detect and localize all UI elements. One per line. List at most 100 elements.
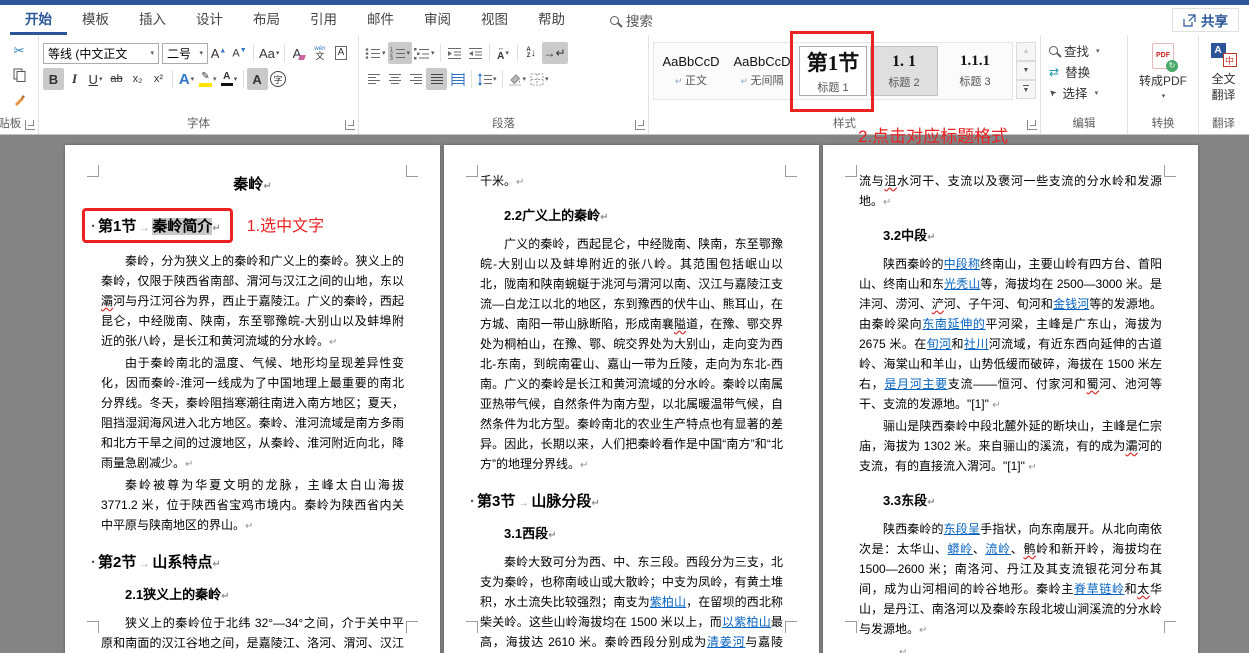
show-hide-marks-button[interactable]: →↵ (542, 42, 568, 64)
doc-paragraph[interactable]: 陕西秦岭的东段呈手指状，向东南展开。从北向南依次是：太华山、蟒岭、流岭、鹘岭和新… (859, 519, 1162, 641)
tab-home[interactable]: 开始 (10, 5, 67, 35)
text-effects-button[interactable]: A▾ (176, 68, 197, 90)
character-border-button[interactable]: A (330, 42, 351, 64)
doc-heading2[interactable]: 3.1西段↵ (480, 523, 783, 542)
find-button[interactable]: 查找▾ (1049, 40, 1123, 61)
highlight-color-button[interactable]: ✎▾ (197, 68, 219, 90)
full-text-translate-button[interactable]: A中 全文 翻译 (1203, 40, 1244, 103)
styles-scroll-down-button[interactable]: ▼ (1016, 61, 1036, 80)
doc-paragraph[interactable]: 由于秦岭南北的温度、气候、地形均呈现差异性变化，因而秦岭-淮河一线成为了中国地理… (101, 353, 404, 475)
italic-button[interactable]: I (64, 68, 85, 90)
doc-heading2[interactable]: 3.3东段↵ (859, 490, 1162, 509)
underline-button[interactable]: U▾ (85, 68, 106, 90)
numbering-button[interactable]: 123▾ (388, 42, 413, 64)
tab-mailings[interactable]: 邮件 (352, 5, 409, 35)
doc-paragraph[interactable]: 陕西秦岭的中段称终南山，主要山岭有四方台、首阳山、终南山和东光秃山等，海拔均在 … (859, 254, 1162, 416)
tab-design[interactable]: 设计 (181, 5, 238, 35)
doc-paragraph[interactable]: 千米。↵ (480, 171, 783, 193)
doc-paragraph[interactable]: 广义的秦岭，西起昆仑，中经陇南、陕南，东至鄂豫皖-大别山以及蚌埠附近的张八岭。其… (480, 234, 783, 476)
convert-to-pdf-button[interactable]: PDF↻ 转成PDF ▾ (1132, 40, 1194, 100)
font-size-value: 二号 (167, 45, 191, 62)
tab-insert[interactable]: 插入 (124, 5, 181, 35)
tab-layout[interactable]: 布局 (238, 5, 295, 35)
subscript-button[interactable]: x₂ (127, 68, 148, 90)
doc-heading2[interactable]: 2.2广义上的秦岭↵ (480, 205, 783, 224)
decrease-indent-button[interactable] (444, 42, 465, 64)
tab-view[interactable]: 视图 (466, 5, 523, 35)
doc-heading1[interactable]: ·第2节→山系特点↵ (91, 551, 404, 572)
distribute-button[interactable] (447, 68, 468, 90)
tab-template[interactable]: 模板 (67, 5, 124, 35)
sort-button[interactable]: AZ↓ (521, 42, 542, 64)
phonetic-guide-button[interactable]: wén文 (309, 42, 330, 64)
shading-button[interactable]: ▾ (506, 68, 529, 90)
select-button[interactable]: ➤选择▾ (1049, 82, 1123, 103)
style-item-标题 1[interactable]: 第1节标题 1 (799, 46, 867, 96)
dialog-launcher-clipboard[interactable] (25, 120, 35, 130)
doc-paragraph[interactable]: 狭义上的秦岭位于北纬 32°—34°之间，介于关中平原和南面的汉江谷地之间，是嘉… (101, 613, 404, 653)
tabs: 开始模板插入设计布局引用邮件审阅视图帮助 (10, 5, 580, 35)
bullets-button[interactable]: ▾ (363, 42, 388, 64)
bold-button[interactable]: B (43, 68, 64, 90)
copy-button[interactable] (9, 64, 30, 86)
align-left-button[interactable] (363, 68, 384, 90)
annotation-box-selected-text: ·第1节→秦岭简介↵ (82, 208, 233, 243)
style-item-正文[interactable]: AaBbCcD↵ 正文 (657, 46, 725, 96)
font-name-combo[interactable]: 等线 (中文正文▾ (43, 43, 159, 64)
doc-paragraph[interactable]: 秦岭被尊为华夏文明的龙脉，主峰太白山海拔 3771.2 米，位于陕西省宝鸡市境内… (101, 475, 404, 537)
align-right-button[interactable] (405, 68, 426, 90)
multilevel-list-button[interactable]: ▾ (412, 42, 437, 64)
style-item-无间隔[interactable]: AaBbCcD↵ 无间隔 (728, 46, 796, 96)
style-item-标题 2[interactable]: 1. 1标题 2 (870, 46, 938, 96)
document-canvas[interactable]: 秦岭↵ ·第1节→秦岭简介↵1.选中文字秦岭，分为狭义上的秦岭和广义上的秦岭。狭义… (0, 135, 1249, 653)
doc-heading2[interactable]: 2.1狭义上的秦岭↵ (101, 584, 404, 603)
increase-indent-button[interactable] (465, 42, 486, 64)
doc-paragraph[interactable]: 流与沮水河干、支流以及褒河一些支流的分水岭和发源地。↵ (859, 171, 1162, 213)
doc-heading1[interactable]: ·第1节→秦岭简介↵1.选中文字 (91, 208, 404, 243)
font-size-combo[interactable]: 二号▾ (162, 43, 208, 64)
doc-paragraph[interactable]: 秦岭大致可分为西、中、东三段。西段分为三支，北支为秦岭，也称南岐山或大散岭；中支… (480, 552, 783, 653)
align-center-icon (388, 73, 402, 86)
enclose-characters-button[interactable]: 字 (268, 68, 289, 90)
styles-scroll-up-button[interactable]: ▲ (1016, 42, 1036, 61)
clear-formatting-button[interactable]: A (288, 42, 309, 64)
share-button[interactable]: 共享 (1172, 8, 1239, 32)
tab-review[interactable]: 审阅 (409, 5, 466, 35)
page-1[interactable]: 秦岭↵ ·第1节→秦岭简介↵1.选中文字秦岭，分为狭义上的秦岭和广义上的秦岭。狭义… (65, 145, 440, 653)
styles-gallery: AaBbCcD↵ 正文AaBbCcD↵ 无间隔第1节标题 11. 1标题 21.… (653, 42, 1013, 100)
paragraph-mark-icon: →↵ (544, 46, 566, 60)
doc-paragraph[interactable]: 秦岭，分为狭义上的秦岭和广义上的秦岭。狭义上的秦岭，仅限于陕西省南部、渭河与汉江… (101, 251, 404, 353)
doc-heading2[interactable]: 3.2中段↵ (859, 225, 1162, 244)
doc-paragraph[interactable]: 骊山是陕西秦岭中段北麓外延的断块山，主峰是仁宗庙，海拔为 1302 米。来自骊山… (859, 416, 1162, 478)
page-3[interactable]: 流与沮水河干、支流以及褒河一些支流的分水岭和发源地。↵ 3.2中段↵ 陕西秦岭的中段… (823, 145, 1198, 653)
dialog-launcher-styles[interactable] (1027, 120, 1037, 130)
tell-me-search[interactable]: 搜索 (610, 5, 653, 35)
change-case-button[interactable]: Aa▾ (257, 42, 281, 64)
line-spacing-button[interactable]: ▾ (475, 68, 499, 90)
asian-layout-button[interactable]: ↔A▾ (493, 42, 514, 64)
justify-button[interactable] (426, 68, 447, 90)
styles-more-button[interactable]: ▼ (1016, 80, 1036, 99)
tab-references[interactable]: 引用 (295, 5, 352, 35)
replace-button[interactable]: ⇄替换 (1049, 61, 1123, 82)
strikethrough-button[interactable]: ab (106, 68, 127, 90)
character-shading-button[interactable]: A (247, 68, 268, 90)
page-2[interactable]: 千米。↵ 2.2广义上的秦岭↵ 广义的秦岭，西起昆仑，中经陇南、陕南，东至鄂豫皖-大… (444, 145, 819, 653)
font-color-button[interactable]: A▾ (219, 68, 240, 90)
doc-empty-line[interactable]: ↵ (859, 641, 1162, 653)
cut-button[interactable]: ✂ (9, 40, 30, 62)
doc-heading1[interactable]: ·第3节→山脉分段↵ (470, 490, 783, 511)
borders-button[interactable]: ▾ (528, 68, 551, 90)
translate-group-label: 翻译 (1199, 115, 1248, 131)
doc-title[interactable]: 秦岭↵ (101, 173, 404, 194)
dialog-launcher-paragraph[interactable] (635, 120, 645, 130)
shrink-font-button[interactable]: A▼ (229, 42, 250, 64)
superscript-button[interactable]: x² (148, 68, 169, 90)
dialog-launcher-font[interactable] (345, 120, 355, 130)
align-center-button[interactable] (384, 68, 405, 90)
format-painter-button[interactable] (9, 88, 30, 110)
chevron-down-icon: ▾ (150, 49, 154, 57)
style-item-标题 3[interactable]: 1.1.1标题 3 (941, 46, 1009, 96)
grow-font-button[interactable]: A▲ (208, 42, 229, 64)
tab-help[interactable]: 帮助 (523, 5, 580, 35)
